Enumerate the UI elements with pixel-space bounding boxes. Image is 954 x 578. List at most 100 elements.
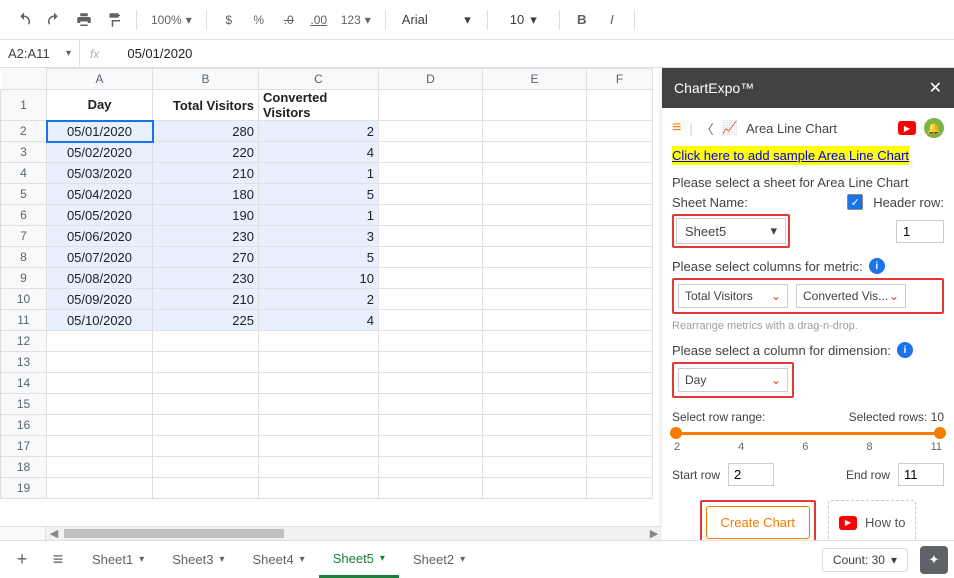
add-sample-link[interactable]: Click here to add sample Area Line Chart <box>672 146 909 165</box>
row-header[interactable]: 15 <box>1 394 47 415</box>
cell[interactable] <box>379 142 483 163</box>
cell[interactable] <box>483 163 587 184</box>
cell[interactable] <box>587 415 653 436</box>
cell[interactable] <box>483 436 587 457</box>
cell[interactable] <box>259 415 379 436</box>
cell[interactable] <box>483 289 587 310</box>
cell[interactable] <box>587 184 653 205</box>
cell[interactable] <box>379 163 483 184</box>
howto-button[interactable]: ▶How to <box>828 500 916 540</box>
tab-sheet1[interactable]: Sheet1▾ <box>78 541 158 578</box>
cell[interactable]: 05/07/2020 <box>47 247 153 268</box>
cell[interactable]: Converted Visitors <box>259 90 379 121</box>
cell[interactable] <box>379 394 483 415</box>
cell[interactable]: 190 <box>153 205 259 226</box>
row-header[interactable]: 10 <box>1 289 47 310</box>
row-header[interactable]: 3 <box>1 142 47 163</box>
cell[interactable]: 10 <box>259 268 379 289</box>
cell[interactable] <box>379 247 483 268</box>
cell[interactable] <box>47 331 153 352</box>
cell[interactable]: 05/01/2020 <box>47 121 153 142</box>
row-header[interactable]: 9 <box>1 268 47 289</box>
cell[interactable] <box>379 184 483 205</box>
cell[interactable] <box>483 184 587 205</box>
metric-2-select[interactable]: Converted Vis...⌄ <box>796 284 906 308</box>
cell[interactable]: 2 <box>259 289 379 310</box>
youtube-icon[interactable]: ▶ <box>898 121 916 135</box>
cell[interactable] <box>587 310 653 331</box>
cell[interactable]: Total Visitors <box>153 90 259 121</box>
cell[interactable] <box>483 352 587 373</box>
cell[interactable] <box>587 247 653 268</box>
cell[interactable] <box>587 436 653 457</box>
cell[interactable] <box>587 90 653 121</box>
cell[interactable] <box>379 352 483 373</box>
cell[interactable] <box>47 457 153 478</box>
name-box[interactable]: A2:A11▾ <box>0 40 80 67</box>
row-header[interactable]: 1 <box>1 90 47 121</box>
cell[interactable]: 05/04/2020 <box>47 184 153 205</box>
cell[interactable] <box>379 415 483 436</box>
cell[interactable]: 180 <box>153 184 259 205</box>
format-currency-button[interactable]: $ <box>215 6 243 34</box>
col-header-F[interactable]: F <box>587 69 653 90</box>
cell[interactable] <box>47 373 153 394</box>
cell[interactable] <box>153 457 259 478</box>
cell[interactable]: 5 <box>259 247 379 268</box>
cell[interactable] <box>259 394 379 415</box>
cell[interactable]: 2 <box>259 121 379 142</box>
add-sheet-button[interactable]: + <box>6 546 38 574</box>
row-header[interactable]: 13 <box>1 352 47 373</box>
sheet-name-select[interactable]: Sheet5▾ <box>676 218 786 244</box>
cell[interactable] <box>153 436 259 457</box>
explore-button[interactable]: ✦ <box>920 546 948 574</box>
cell[interactable] <box>587 289 653 310</box>
row-header[interactable]: 2 <box>1 121 47 142</box>
selection-count[interactable]: Count: 30▾ <box>822 548 908 572</box>
cell[interactable]: 05/05/2020 <box>47 205 153 226</box>
info-icon-2[interactable]: i <box>897 342 913 358</box>
cell[interactable] <box>483 121 587 142</box>
cell[interactable] <box>587 142 653 163</box>
cell[interactable] <box>259 436 379 457</box>
row-header[interactable]: 12 <box>1 331 47 352</box>
cell[interactable] <box>587 226 653 247</box>
row-header[interactable]: 4 <box>1 163 47 184</box>
cell[interactable] <box>379 436 483 457</box>
cell[interactable] <box>483 247 587 268</box>
cell[interactable]: 4 <box>259 142 379 163</box>
cell[interactable] <box>379 268 483 289</box>
row-header[interactable]: 8 <box>1 247 47 268</box>
create-chart-button[interactable]: Create Chart <box>706 506 810 539</box>
paint-format-button[interactable] <box>100 6 128 34</box>
cell[interactable] <box>379 310 483 331</box>
number-format-select[interactable]: 123▾ <box>335 13 377 27</box>
cell[interactable] <box>587 478 653 499</box>
cell[interactable] <box>483 331 587 352</box>
notification-icon[interactable]: 🔔 <box>924 118 944 138</box>
close-icon[interactable]: ✕ <box>929 78 942 98</box>
header-row-input[interactable] <box>896 220 944 243</box>
cell[interactable] <box>587 121 653 142</box>
cell[interactable]: 225 <box>153 310 259 331</box>
cell[interactable] <box>587 373 653 394</box>
cell[interactable]: 220 <box>153 142 259 163</box>
undo-button[interactable] <box>10 6 38 34</box>
row-header[interactable]: 11 <box>1 310 47 331</box>
cell[interactable] <box>259 352 379 373</box>
cell[interactable] <box>259 373 379 394</box>
cell[interactable] <box>379 90 483 121</box>
cell[interactable]: 05/09/2020 <box>47 289 153 310</box>
row-header[interactable]: 16 <box>1 415 47 436</box>
cell[interactable] <box>47 478 153 499</box>
cell[interactable] <box>483 478 587 499</box>
col-header-E[interactable]: E <box>483 69 587 90</box>
cell[interactable]: 230 <box>153 226 259 247</box>
cell[interactable] <box>587 331 653 352</box>
cell[interactable]: 05/06/2020 <box>47 226 153 247</box>
horizontal-scrollbar[interactable]: ◀ ▶ <box>0 526 662 540</box>
tab-sheet4[interactable]: Sheet4▾ <box>238 541 318 578</box>
tab-sheet2[interactable]: Sheet2▾ <box>399 541 479 578</box>
cell[interactable] <box>47 352 153 373</box>
cell[interactable] <box>483 415 587 436</box>
